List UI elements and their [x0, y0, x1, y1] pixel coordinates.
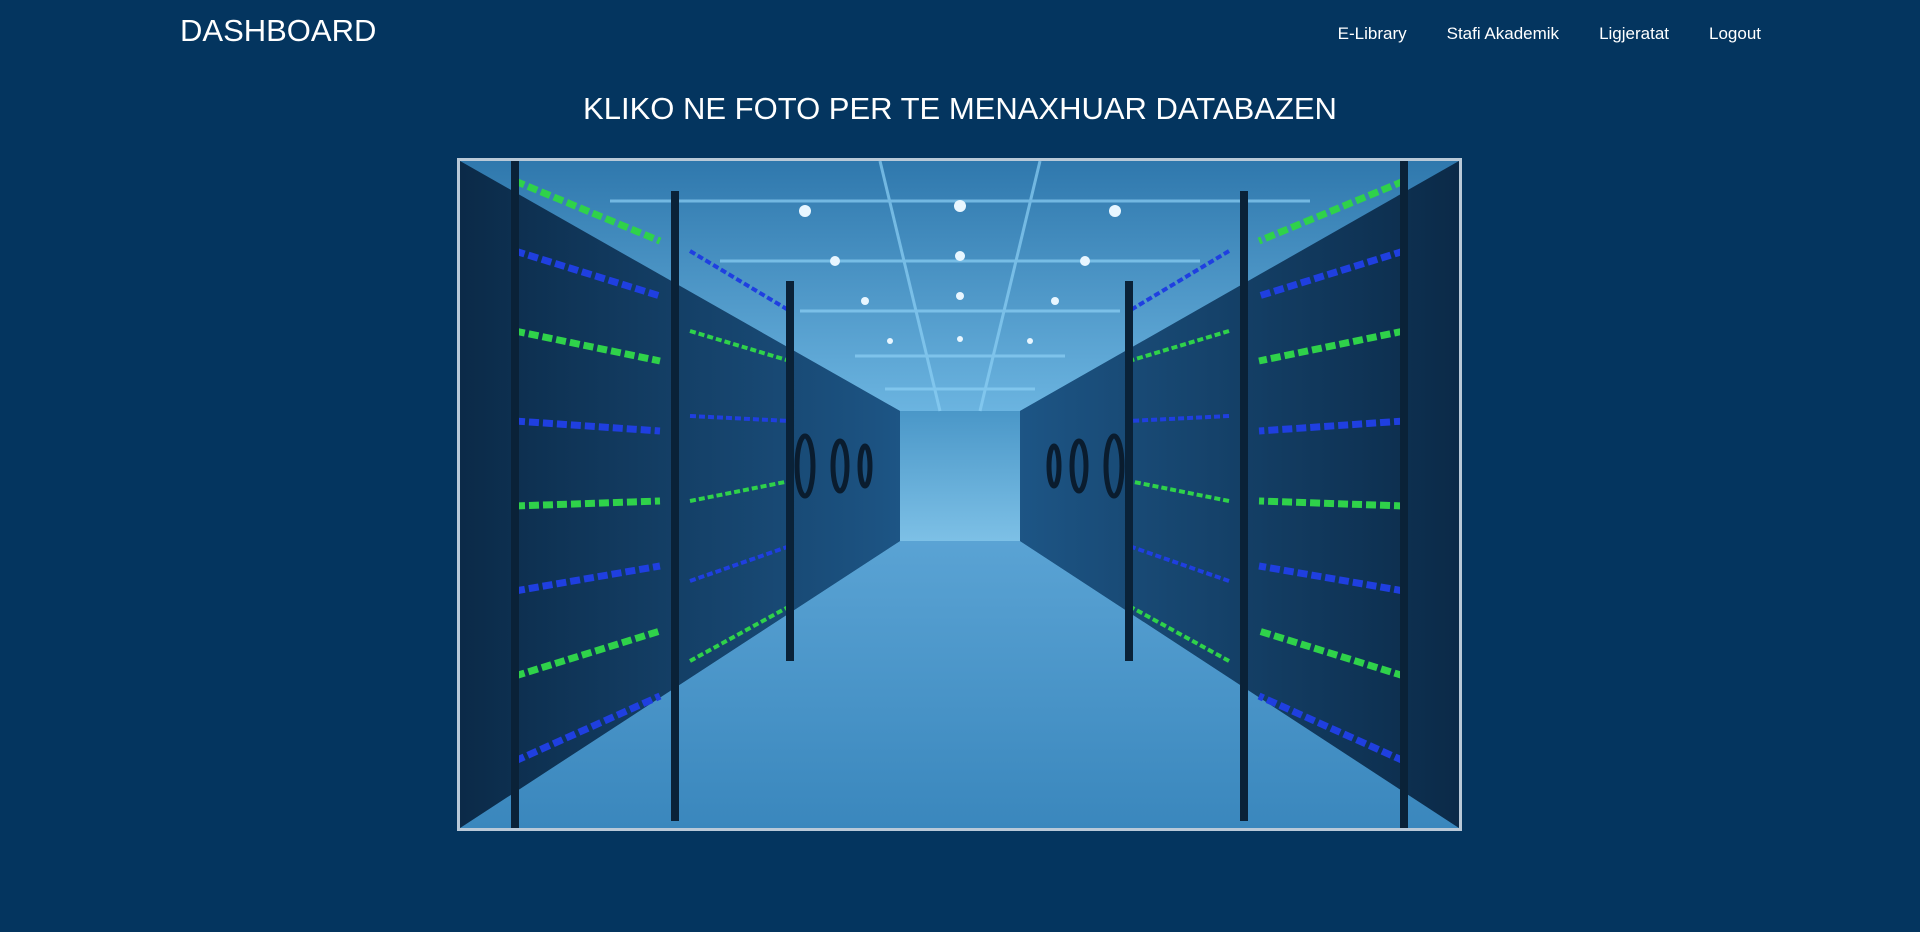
- nav-link-logout[interactable]: Logout: [1709, 24, 1761, 44]
- page-heading: KLIKO NE FOTO PER TE MENAXHUAR DATABAZEN: [583, 91, 1337, 126]
- top-navbar: DASHBOARD E-Library Stafi Akademik Ligje…: [0, 0, 1920, 70]
- nav-link-e-library[interactable]: E-Library: [1338, 24, 1407, 44]
- brand-dashboard-link[interactable]: DASHBOARD: [180, 13, 376, 49]
- nav-links: E-Library Stafi Akademik Ligjeratat Logo…: [1338, 24, 1761, 44]
- nav-link-ligjeratat[interactable]: Ligjeratat: [1599, 24, 1669, 44]
- nav-link-stafi-akademik[interactable]: Stafi Akademik: [1447, 24, 1559, 44]
- server-room-image: [460, 161, 1459, 828]
- database-photo-link[interactable]: [457, 158, 1462, 831]
